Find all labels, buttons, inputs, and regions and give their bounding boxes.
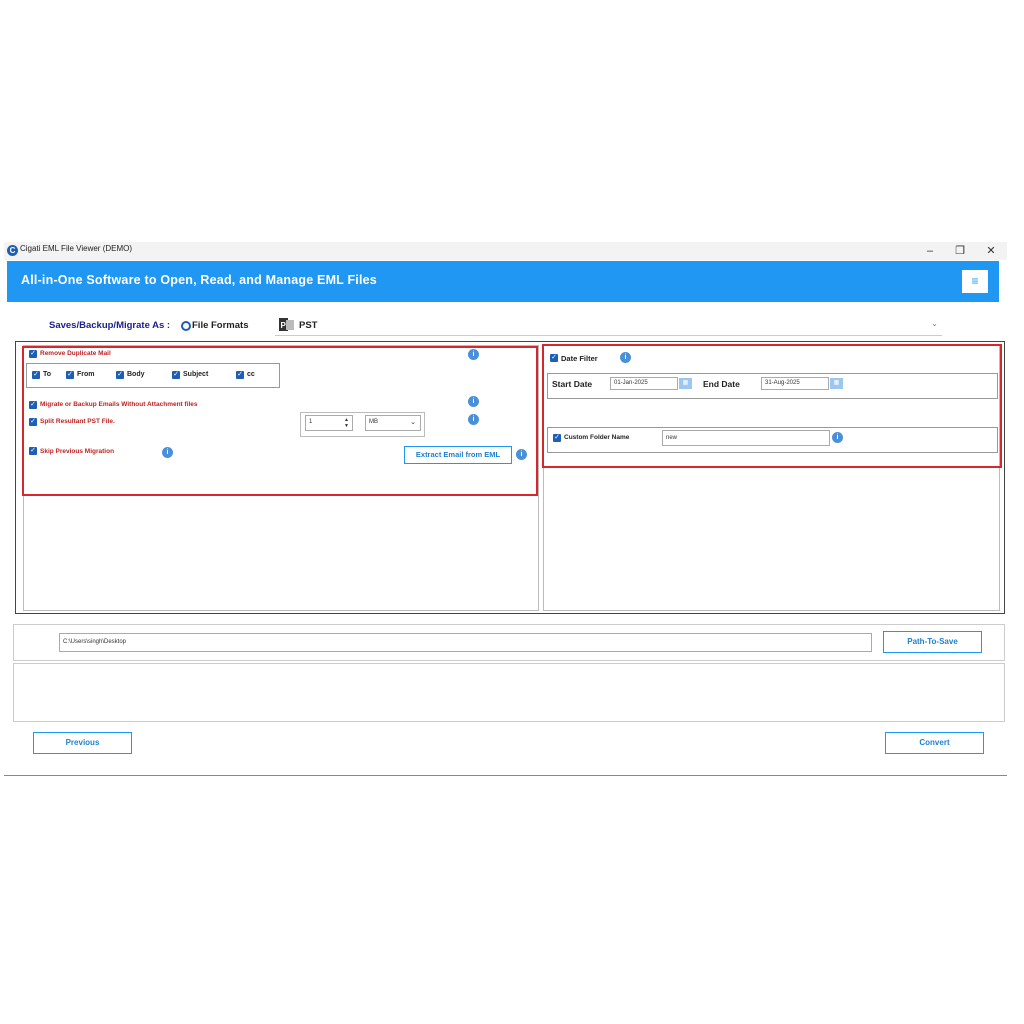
path-to-save-button[interactable]: Path-To-Save	[883, 631, 982, 653]
split-pst-label: Split Resultant PST File.	[40, 418, 115, 425]
field-body-label: Body	[127, 371, 145, 378]
field-from-checkbox[interactable]: ✓	[66, 371, 74, 379]
without-attachment-label: Migrate or Backup Emails Without Attachm…	[40, 401, 198, 408]
extract-email-button[interactable]: Extract Email from EML	[404, 446, 512, 464]
minimize-icon[interactable]: –	[915, 242, 945, 260]
remove-duplicate-label: Remove Duplicate Mail	[40, 350, 111, 357]
log-area	[13, 663, 1005, 722]
field-cc-checkbox[interactable]: ✓	[236, 371, 244, 379]
window-title-bar: C Cigati EML File Viewer (DEMO) – ❐ ✕	[4, 242, 1007, 260]
end-date-input[interactable]: 31-Aug-2025	[761, 377, 829, 390]
close-icon[interactable]: ✕	[976, 242, 1006, 260]
format-select[interactable]: P PST ⌄	[275, 316, 942, 336]
calendar-icon[interactable]: ▦	[830, 378, 843, 389]
file-formats-radio-label: File Formats	[192, 320, 249, 331]
info-icon[interactable]: i	[832, 432, 843, 443]
calendar-icon[interactable]: ▦	[679, 378, 692, 389]
field-from-label: From	[77, 371, 95, 378]
split-unit-value: MB	[369, 419, 378, 425]
svg-text:P: P	[281, 321, 287, 330]
format-label: Saves/Backup/Migrate As :	[49, 320, 171, 331]
app-logo-icon: C	[7, 245, 18, 256]
menu-icon[interactable]: ≡	[962, 270, 988, 293]
info-icon[interactable]: i	[468, 414, 479, 425]
format-selected-value: PST	[299, 320, 318, 331]
field-to-checkbox[interactable]: ✓	[32, 371, 40, 379]
without-attachment-checkbox[interactable]: ✓	[29, 401, 37, 409]
header-title: All-in-One Software to Open, Read, and M…	[21, 273, 377, 287]
start-date-input[interactable]: 01-Jan-2025	[610, 377, 678, 390]
header-banner: All-in-One Software to Open, Read, and M…	[7, 261, 999, 302]
info-icon[interactable]: i	[468, 349, 479, 360]
chevron-down-icon: ⌄	[931, 319, 938, 328]
save-path-input[interactable]: C:\Users\singh\Desktop	[59, 633, 872, 652]
field-cc-label: cc	[247, 371, 255, 378]
date-filter-label: Date Filter	[561, 354, 598, 363]
field-body-checkbox[interactable]: ✓	[116, 371, 124, 379]
restore-icon[interactable]: ❐	[945, 242, 975, 260]
start-date-label: Start Date	[552, 379, 593, 389]
date-filter-checkbox[interactable]: ✓	[550, 354, 558, 362]
pst-file-icon: P	[279, 318, 294, 331]
info-icon[interactable]: i	[468, 396, 479, 407]
split-pst-checkbox[interactable]: ✓	[29, 418, 37, 426]
field-to-label: To	[43, 371, 52, 378]
custom-folder-label: Custom Folder Name	[564, 434, 630, 441]
custom-folder-checkbox[interactable]: ✓	[553, 434, 561, 442]
remove-duplicate-checkbox[interactable]: ✓	[29, 350, 37, 358]
window-bottom-border	[4, 775, 1007, 776]
info-icon[interactable]: i	[620, 352, 631, 363]
convert-button[interactable]: Convert	[885, 732, 984, 754]
skip-previous-checkbox[interactable]: ✓	[29, 447, 37, 455]
custom-folder-input[interactable]: new	[662, 430, 830, 446]
split-size-value: 1	[309, 419, 313, 425]
file-formats-radio[interactable]	[181, 321, 191, 331]
split-size-stepper[interactable]: 1 ▲ ▼	[305, 415, 353, 431]
end-date-label: End Date	[703, 379, 740, 389]
field-subject-checkbox[interactable]: ✓	[172, 371, 180, 379]
info-icon[interactable]: i	[162, 447, 173, 458]
skip-previous-label: Skip Previous Migration	[40, 448, 115, 455]
field-subject-label: Subject	[183, 371, 209, 378]
stepper-arrows-icon[interactable]: ▲ ▼	[344, 417, 349, 429]
window-title: Cigati EML File Viewer (DEMO)	[20, 244, 133, 253]
split-unit-select[interactable]: MB ⌄	[365, 415, 421, 431]
chevron-down-icon: ⌄	[410, 419, 416, 426]
previous-button[interactable]: Previous	[33, 732, 132, 754]
info-icon[interactable]: i	[516, 449, 527, 460]
